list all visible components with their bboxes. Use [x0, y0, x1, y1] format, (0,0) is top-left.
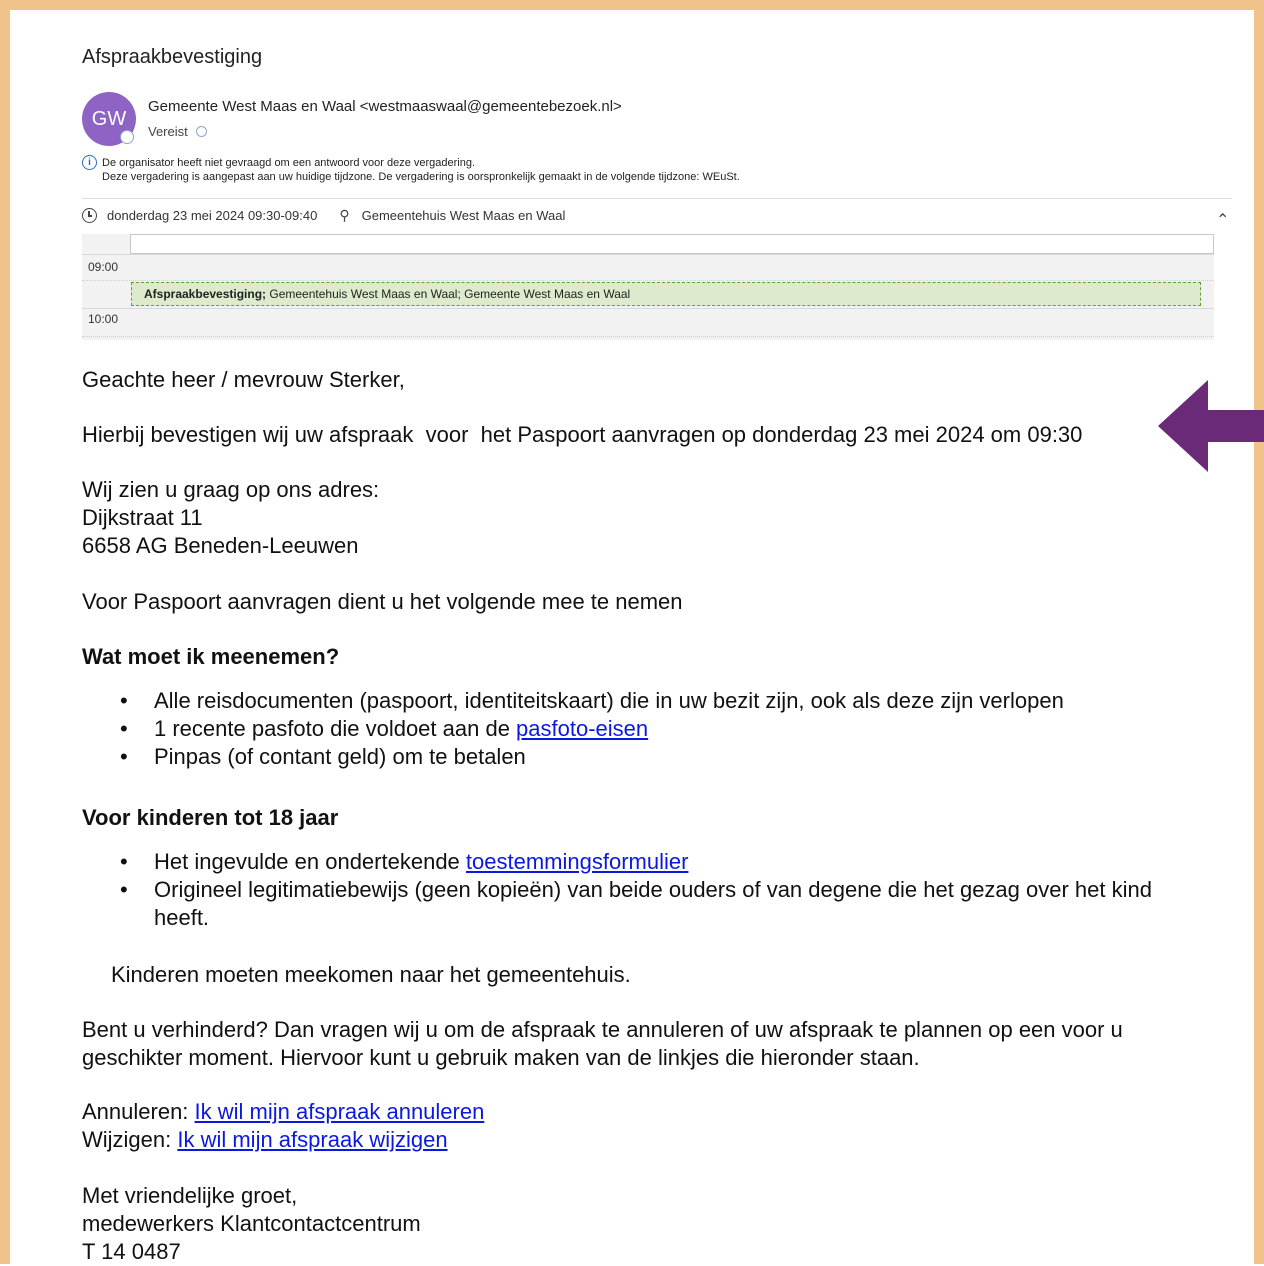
- header-divider: [82, 198, 1232, 199]
- list-item: 1 recente pasfoto die voldoet aan de pas…: [82, 715, 1192, 743]
- pasfoto-eisen-link[interactable]: pasfoto-eisen: [516, 716, 648, 741]
- toestemmingsformulier-link[interactable]: toestemmingsformulier: [466, 849, 689, 874]
- closing: Met vriendelijke groet,: [82, 1183, 298, 1208]
- list-item: Pinpas (of contant geld) om te betalen: [82, 743, 1192, 771]
- clock-icon: [82, 208, 97, 223]
- response-status-icon: [195, 126, 207, 137]
- list-item: Het ingevulde en ondertekende toestemmin…: [82, 848, 1192, 876]
- bring-intro: Voor Paspoort aanvragen dient u het volg…: [82, 589, 683, 614]
- bring-heading: Wat moet ik meenemen?: [82, 644, 340, 669]
- kids-list: Het ingevulde en ondertekende toestemmin…: [82, 848, 1192, 932]
- calendar-half-hour-line: [82, 336, 1214, 337]
- chevron-up-icon[interactable]: ⌃: [1216, 210, 1229, 230]
- bring-item-1: Alle reisdocumenten (paspoort, identitei…: [154, 688, 1064, 713]
- location-pin-icon: ⚲: [339, 207, 350, 223]
- meeting-info: De organisator heeft niet gevraagd om ee…: [102, 156, 740, 184]
- kids-item-2: Origineel legitimatiebewijs (geen kopieë…: [154, 877, 1152, 930]
- meeting-location: Gemeentehuis West Maas en Waal: [361, 208, 566, 223]
- change-row: Wijzigen: Ik wil mijn afspraak wijzigen: [82, 1126, 484, 1154]
- list-item: Alle reisdocumenten (paspoort, identitei…: [82, 687, 1192, 715]
- info-line-2: Deze vergadering is aangepast aan uw hui…: [102, 171, 740, 183]
- change-label: Wijzigen:: [82, 1127, 178, 1152]
- calendar-event-details: Gemeentehuis West Maas en Waal; Gemeente…: [266, 287, 631, 301]
- kids-item-1-prefix: Het ingevulde en ondertekende: [154, 849, 466, 874]
- confirmation-text: Hierbij bevestigen wij uw afspraak voor …: [82, 422, 1083, 447]
- cancel-row: Annuleren: Ik wil mijn afspraak annulere…: [82, 1098, 484, 1126]
- sender-name[interactable]: Gemeente West Maas en Waal <westmaaswaal…: [148, 98, 622, 115]
- address-street: Dijkstraat 11: [82, 505, 203, 530]
- calendar-time-1000: 10:00: [88, 312, 119, 326]
- info-line-1: De organisator heeft niet gevraagd om ee…: [102, 157, 476, 169]
- attendance-status: Vereist: [148, 124, 207, 139]
- address-city: 6658 AG Beneden-Leeuwen: [82, 533, 359, 558]
- list-item: Origineel legitimatiebewijs (geen kopieë…: [82, 876, 1192, 932]
- calendar-half-hour-line: [82, 280, 1214, 281]
- signature: Met vriendelijke groet, medewerkers Klan…: [82, 1182, 421, 1266]
- change-appointment-link[interactable]: Ik wil mijn afspraak wijzigen: [177, 1127, 447, 1152]
- address-block: Wij zien u graag op ons adres: Dijkstraa…: [82, 476, 379, 560]
- bring-item-2-prefix: 1 recente pasfoto die voldoet aan de: [154, 716, 517, 741]
- calendar-event[interactable]: Afspraakbevestiging; Gemeentehuis West M…: [131, 282, 1201, 306]
- presence-status-icon: [120, 130, 134, 144]
- bring-list: Alle reisdocumenten (paspoort, identitei…: [82, 687, 1192, 771]
- meeting-datetime: donderdag 23 mei 2024 09:30-09:40: [107, 208, 318, 223]
- cancel-appointment-link[interactable]: Ik wil mijn afspraak annuleren: [195, 1099, 485, 1124]
- calendar-time-0900: 09:00: [88, 260, 119, 274]
- kids-note: Kinderen moeten meekomen naar het gemeen…: [111, 962, 631, 987]
- calendar-hour-line: [82, 308, 1214, 309]
- email-frame: Afspraakbevestiging GW Gemeente West Maa…: [0, 0, 1264, 1264]
- info-icon: i: [82, 155, 97, 170]
- bring-item-3: Pinpas (of contant geld) om te betalen: [154, 744, 526, 769]
- greeting: Geachte heer / mevrouw Sterker,: [82, 367, 405, 392]
- calendar-hour-line: [82, 254, 1214, 255]
- attendance-label: Vereist: [148, 124, 188, 139]
- calendar-preview: 09:00 10:00 Afspraakbevestiging; Gemeent…: [82, 234, 1214, 340]
- annotation-arrow-icon: [1158, 380, 1264, 472]
- phone-number: T 14 0487: [82, 1239, 181, 1264]
- calendar-all-day-row: [130, 234, 1214, 254]
- cancel-text: Bent u verhinderd? Dan vragen wij u om d…: [82, 1017, 1123, 1070]
- action-links: Annuleren: Ik wil mijn afspraak annulere…: [82, 1098, 484, 1154]
- cancel-label: Annuleren:: [82, 1099, 195, 1124]
- meeting-details-row: donderdag 23 mei 2024 09:30-09:40 ⚲ Geme…: [82, 207, 565, 224]
- calendar-event-title: Afspraakbevestiging;: [144, 287, 267, 301]
- email-subject: Afspraakbevestiging: [82, 46, 263, 68]
- address-intro: Wij zien u graag op ons adres:: [82, 477, 380, 502]
- avatar-initials: GW: [91, 107, 127, 130]
- kids-heading: Voor kinderen tot 18 jaar: [82, 805, 339, 830]
- team-name: medewerkers Klantcontactcentrum: [82, 1211, 421, 1236]
